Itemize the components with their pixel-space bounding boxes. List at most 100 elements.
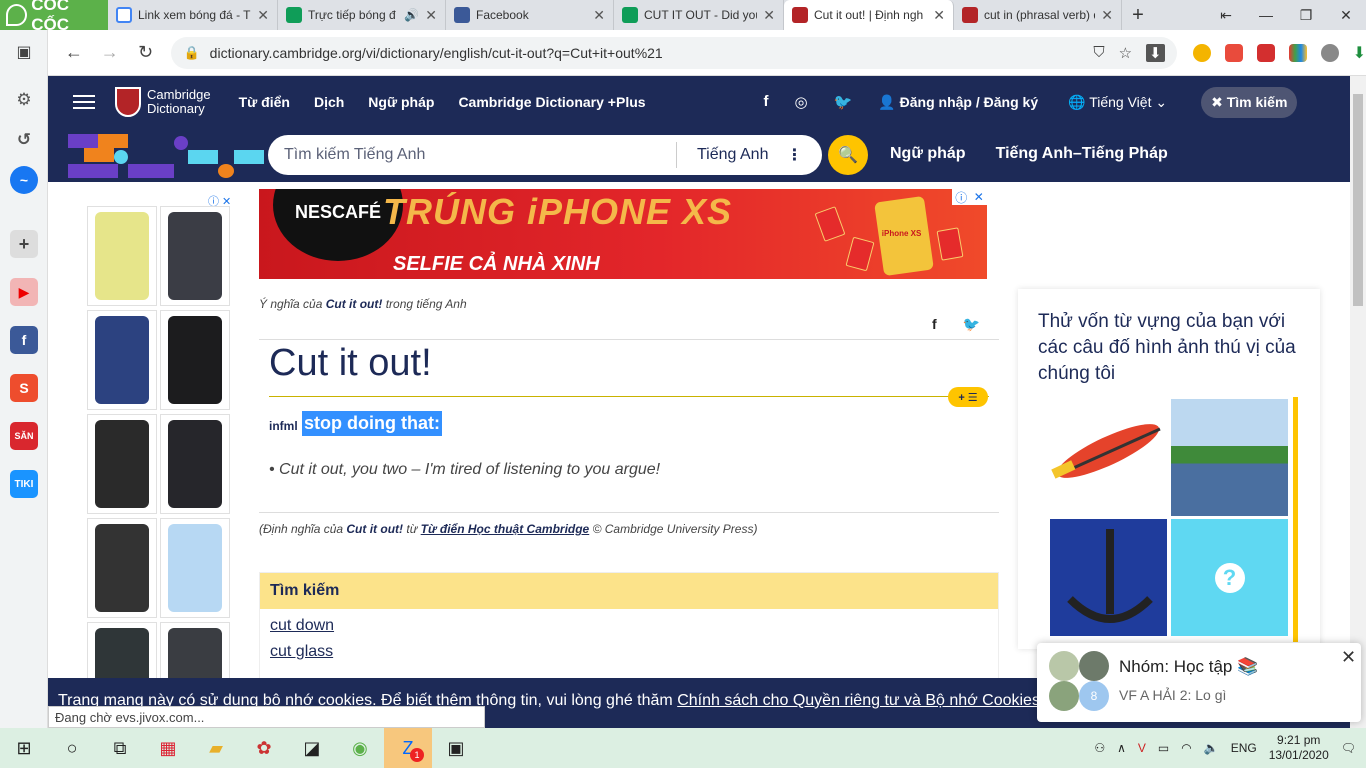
app-icon[interactable]: ▣ [432,728,480,768]
search-submit-button[interactable]: 🔍 [828,135,868,175]
shield-icon[interactable]: ⛉ [1093,44,1104,62]
ad-product-image[interactable] [87,310,157,410]
back-icon[interactable]: ← [56,35,92,71]
share-twitter-icon[interactable]: 🐦 [963,316,980,333]
picture-quiz-widget[interactable]: Thử vốn từ vựng của bạn với các câu đố h… [1018,289,1320,649]
browser-tab-active[interactable]: Cut it out! | Định ngh ✕ [784,0,954,30]
new-tab-button[interactable]: + [1122,0,1154,30]
sticky-notes-icon[interactable]: ◪ [288,728,336,768]
close-tab-icon[interactable]: ✕ [593,7,605,24]
cookie-policy-link[interactable]: Chính sách cho Quyền riêng tư và Bộ nhớ … [677,692,1040,709]
nescafe-banner-ad[interactable]: NESCAFÉ TRÚNG iPHONE XS SELFIE CẢ NHÀ XI… [259,189,987,279]
restore-icon[interactable]: ❐ [1286,0,1326,30]
youtube-icon[interactable]: ▶ [10,278,38,306]
clock[interactable]: 9:21 pm 13/01/2020 [1269,733,1329,763]
battery-icon[interactable]: ▭ [1158,741,1169,755]
quiz-image-unknown[interactable]: ? [1171,519,1288,636]
tiki-icon[interactable]: TIKI [10,470,38,498]
forward-icon[interactable]: → [92,35,128,71]
volume-icon[interactable]: 🔈 [1204,741,1219,755]
hamburger-menu-icon[interactable] [73,95,95,109]
file-explorer-icon[interactable]: ▰ [192,728,240,768]
ad-close-icon[interactable]: ✕ [974,190,984,204]
chevron-up-icon[interactable]: ∧ [1117,741,1126,755]
nav-ngu-phap[interactable]: Ngữ pháp [368,94,434,110]
coccoc-menu-button[interactable]: CỐC CỐC [0,0,108,34]
nav-plus[interactable]: Cambridge Dictionary +Plus [458,94,645,110]
citation-source-link[interactable]: Từ điển Học thuật Cambridge [421,522,590,536]
close-tab-icon[interactable]: ✕ [425,7,437,24]
nav-dich[interactable]: Dịch [314,94,344,110]
app-icon[interactable]: ▦ [144,728,192,768]
url-field[interactable]: 🔒 dictionary.cambridge.org/vi/dictionary… [171,36,1177,69]
header-search-button[interactable]: ✖ Tìm kiếm [1201,86,1298,118]
chat-notification[interactable]: 8 Nhóm: Học tập 📚 VF A HẢI 2: Lo gì ✕ [1037,643,1361,722]
ad-product-image[interactable] [160,518,230,618]
close-icon[interactable]: ✕ [1341,647,1356,668]
related-link-cut-glass[interactable]: cut glass [270,643,988,661]
ad-product-image[interactable] [87,414,157,514]
more-options-icon[interactable]: ⋮ [786,145,802,165]
browser-tab[interactable]: cut in (phrasal verb) d ✕ [954,0,1122,30]
browser-tab[interactable]: CUT IT OUT - Did you ✕ [614,0,784,30]
download-page-icon[interactable]: ⬇ [1146,43,1165,62]
settings-icon[interactable]: ⚙ [10,86,38,114]
zalo-taskbar-icon[interactable]: Z1 [384,728,432,768]
dictionary-language-select[interactable]: Tiếng Anh [697,146,768,164]
close-tab-icon[interactable]: ✕ [1101,7,1113,24]
share-facebook-icon[interactable]: f [932,316,937,333]
task-view-icon[interactable]: ⧉ [96,728,144,768]
lock-icon[interactable]: 🔒 [183,45,199,61]
ad-info-icon[interactable]: ⓘ [955,189,967,206]
twitter-icon[interactable]: 🐦 [834,93,853,111]
coccoc-taskbar-icon[interactable]: ◉ [336,728,384,768]
instagram-icon[interactable]: ◎ [795,93,808,111]
input-language[interactable]: ENG [1231,741,1257,755]
sale-tet-icon[interactable]: SĂN [10,422,38,450]
language-selector[interactable]: 🌐 Tiếng Việt ⌄ [1068,94,1167,111]
reload-icon[interactable]: ↻ [128,35,164,71]
cortana-icon[interactable]: ○ [48,728,96,768]
extension-icon[interactable] [1288,43,1307,62]
add-to-wordlist-button[interactable]: + ☰ [948,387,988,407]
quiz-image-kayak[interactable] [1050,399,1167,516]
browser-tab[interactable]: Link xem bóng đá - T ✕ [108,0,278,30]
download-icon[interactable]: ⬇ [1353,43,1366,63]
adblock-icon[interactable] [1224,43,1243,62]
minimize-icon[interactable]: — [1246,0,1286,30]
ad-product-image[interactable] [87,518,157,618]
ad-product-image[interactable] [160,206,230,306]
ad-product-image[interactable] [87,206,157,306]
messenger-icon[interactable]: ~ [10,166,38,194]
search-input[interactable]: Tìm kiếm Tiếng Anh Tiếng Anh ⋮ [268,135,822,175]
english-french-link[interactable]: Tiếng Anh–Tiếng Pháp [996,145,1168,163]
extension-icon[interactable] [1192,43,1211,62]
close-window-icon[interactable]: ✕ [1326,0,1366,30]
login-link[interactable]: 👤 Đăng nhập / Đăng ký [878,94,1038,111]
add-panel-icon[interactable]: + [10,230,38,258]
close-tab-icon[interactable]: ✕ [933,7,945,24]
scrollbar-thumb[interactable] [1353,94,1363,306]
quiz-image-anchor[interactable] [1050,519,1167,636]
bookmark-star-icon[interactable]: ☆ [1119,44,1132,62]
url-text[interactable]: dictionary.cambridge.org/vi/dictionary/e… [210,45,1084,61]
facebook-icon[interactable]: f [10,326,38,354]
cambridge-logo[interactable]: Cambridge Dictionary [115,87,211,117]
browser-tab[interactable]: Trực tiếp bóng đ 🔊 ✕ [278,0,446,30]
extension-icon[interactable] [1256,43,1275,62]
nav-tu-dien[interactable]: Từ điển [239,94,290,110]
profile-avatar[interactable] [1320,43,1339,62]
wifi-icon[interactable]: ◠ [1181,741,1191,755]
history-icon[interactable]: ↺ [10,126,38,154]
audio-icon[interactable]: 🔊 [404,8,419,22]
shopee-icon[interactable]: S [10,374,38,402]
ad-product-image[interactable] [160,414,230,514]
related-link-cut-down[interactable]: cut down [270,617,988,635]
quiz-image-barge[interactable] [1171,399,1288,516]
ad-product-image[interactable] [160,310,230,410]
close-tab-icon[interactable]: ✕ [257,7,269,24]
paint-icon[interactable]: ✿ [240,728,288,768]
ad-close-controls[interactable]: ⓘ ✕ [952,189,987,205]
windows-start-icon[interactable]: ⊞ [0,728,48,768]
page-scrollbar[interactable] [1350,76,1366,728]
